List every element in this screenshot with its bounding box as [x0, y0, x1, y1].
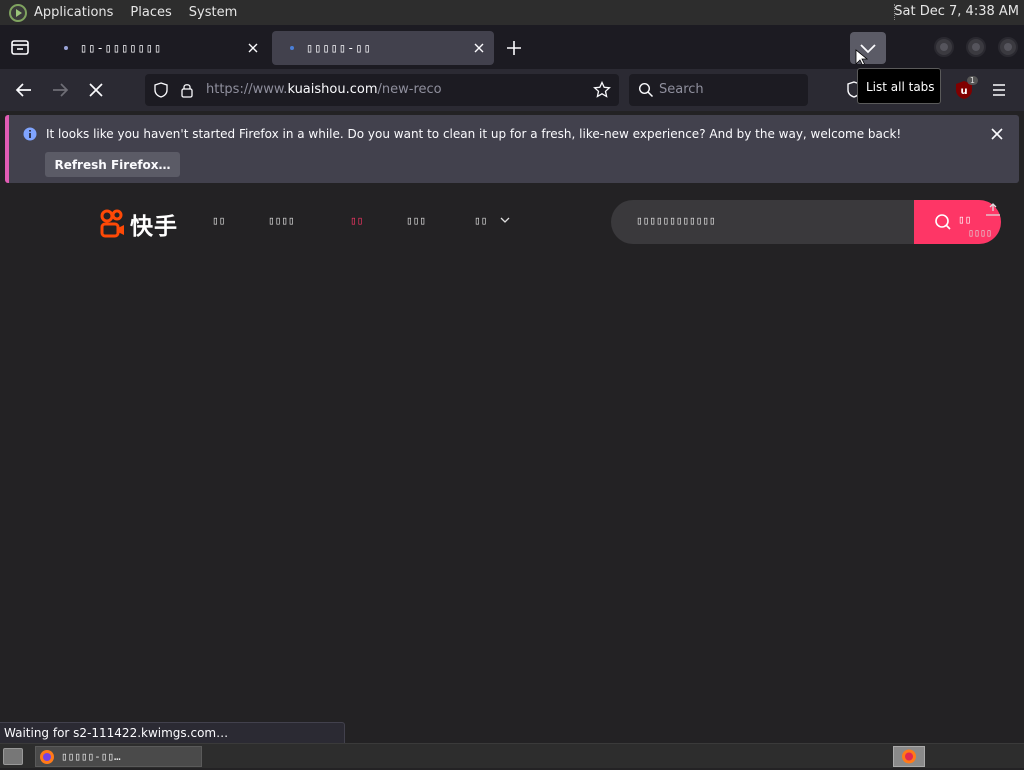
search-placeholder: Search	[659, 82, 704, 97]
panel-clock[interactable]: Sat Dec 7, 4:38 AM	[894, 4, 1019, 19]
window-close-button[interactable]	[998, 37, 1018, 57]
search-bar[interactable]: Search	[629, 74, 808, 106]
window-minimize-button[interactable]	[934, 37, 954, 57]
tab-favicon-icon	[64, 46, 68, 50]
menu-places[interactable]: Places	[130, 5, 171, 20]
kuaishou-search-placeholder: ▯▯▯▯▯▯▯▯▯▯▯▯	[636, 214, 716, 227]
forward-arrow-icon[interactable]	[50, 80, 70, 100]
web-page: 快手 ▯▯ ▯▯▯▯ ▯▯ ▯▯▯ ▯▯ ▯▯▯▯▯▯▯▯▯▯▯▯ ▯▯ ▯▯▯…	[0, 188, 1024, 743]
ublock-origin-button[interactable]: u 1	[954, 76, 978, 100]
refresh-firefox-notification: It looks like you haven't started Firefo…	[5, 115, 1019, 183]
taskbar-firefox-window[interactable]: ▯▯▯▯▯-▯▯…	[35, 746, 202, 767]
workspace-switcher[interactable]	[893, 746, 925, 767]
url-bar[interactable]: https://www.kuaishou.com/new-reco	[145, 74, 619, 106]
window-maximize-button[interactable]	[966, 37, 986, 57]
url-text[interactable]: https://www.kuaishou.com/new-reco	[206, 82, 442, 97]
list-all-tabs-button[interactable]	[850, 32, 886, 67]
stop-loading-icon[interactable]	[86, 80, 106, 100]
notification-close-icon[interactable]	[990, 127, 1004, 141]
kuaishou-search-box[interactable]: ▯▯▯▯▯▯▯▯▯▯▯▯ ▯▯	[611, 200, 1001, 244]
tracking-shield-icon[interactable]	[153, 82, 169, 98]
upload-icon[interactable]	[984, 202, 1002, 220]
kuaishou-logo-icon	[100, 209, 124, 238]
top-panel: Applications Places System Sat Dec 7, 4:…	[0, 0, 1024, 25]
info-icon	[23, 127, 37, 141]
menu-applications[interactable]: Applications	[34, 5, 113, 20]
back-arrow-icon[interactable]	[14, 80, 34, 100]
nav-item-more-label: ▯▯	[474, 214, 488, 227]
notification-message: It looks like you haven't started Firefo…	[46, 127, 902, 141]
menu-system[interactable]: System	[189, 5, 237, 20]
svg-text:u: u	[960, 86, 967, 97]
show-desktop-icon[interactable]	[3, 748, 23, 765]
chevron-down-icon	[855, 44, 876, 67]
bookmark-star-icon[interactable]	[593, 81, 611, 99]
tab-close-icon[interactable]	[246, 41, 260, 55]
url-prefix: https://www.	[206, 82, 288, 97]
firefox-view-icon[interactable]	[8, 35, 32, 59]
lock-icon[interactable]	[179, 82, 195, 98]
new-tab-plus-icon[interactable]	[505, 39, 523, 57]
url-domain: kuaishou.com	[287, 82, 378, 97]
firefox-icon	[902, 749, 916, 764]
firefox-icon	[40, 749, 54, 764]
tab-strip: ▯▯-▯▯▯▯▯▯▯ ▯▯▯▯▯-▯▯	[0, 25, 1024, 69]
gnome-logo-icon[interactable]	[9, 3, 27, 22]
hamburger-menu-icon[interactable]	[990, 81, 1008, 99]
nav-item-recommend[interactable]: ▯▯▯▯	[268, 214, 295, 227]
refresh-firefox-button[interactable]: Refresh Firefox…	[45, 152, 180, 177]
kuaishou-search-button-label: ▯▯	[958, 213, 972, 226]
list-all-tabs-tooltip: List all tabs	[857, 68, 941, 104]
search-icon	[935, 214, 951, 230]
tab-kuaishou-1[interactable]: ▯▯-▯▯▯▯▯▯▯	[46, 31, 268, 65]
tab-title: ▯▯▯▯▯-▯▯	[306, 41, 372, 55]
taskbar-window-title: ▯▯▯▯▯-▯▯…	[61, 750, 121, 763]
bottom-taskbar: ▯▯▯▯▯-▯▯…	[0, 743, 1024, 768]
url-path: /new-reco	[377, 82, 442, 97]
nav-item-home[interactable]: ▯▯	[212, 214, 225, 227]
kuaishou-logo-text: 快手	[130, 214, 178, 240]
search-icon	[638, 82, 654, 98]
kuaishou-logo[interactable]: 快手	[100, 207, 178, 241]
nav-item-live[interactable]: ▯▯▯	[406, 214, 426, 227]
chevron-down-icon	[500, 217, 510, 223]
nav-item-more[interactable]: ▯▯	[474, 214, 510, 227]
tab-kuaishou-2[interactable]: ▯▯▯▯▯-▯▯	[272, 31, 494, 65]
nav-item-active[interactable]: ▯▯	[350, 214, 363, 227]
ublock-badge: 1	[966, 76, 978, 85]
tab-favicon-icon	[290, 46, 294, 50]
upload-label[interactable]: ▯▯▯▯	[968, 228, 992, 239]
tab-title: ▯▯-▯▯▯▯▯▯▯	[80, 41, 163, 55]
status-bar: Waiting for s2-111422.kwimgs.com…	[0, 722, 345, 744]
tab-close-icon[interactable]	[472, 41, 486, 55]
